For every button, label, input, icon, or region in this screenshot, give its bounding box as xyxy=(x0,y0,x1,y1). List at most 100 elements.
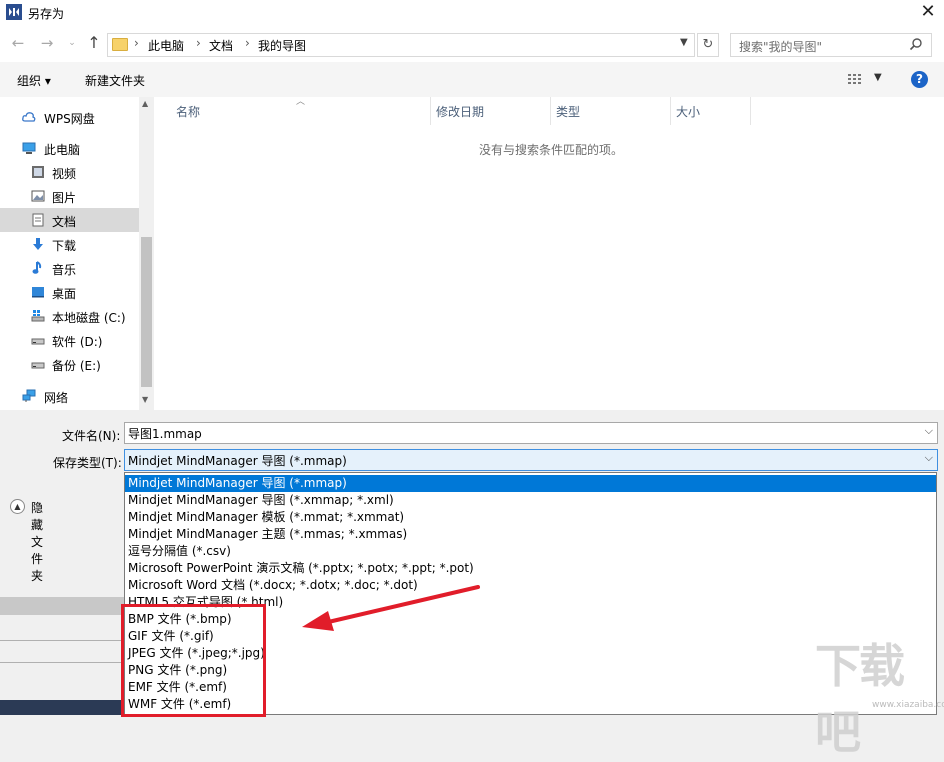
nav-item-label: 网络 xyxy=(44,391,69,405)
windows-drive-icon xyxy=(31,310,45,322)
organize-button[interactable]: 组织 ▾ xyxy=(17,72,51,89)
scroll-down-icon[interactable]: ▼ xyxy=(142,395,148,404)
nav-item-label: 此电脑 xyxy=(44,143,81,157)
network-icon xyxy=(22,389,36,402)
annotation-highlight-box xyxy=(121,604,266,717)
file-type-option[interactable]: Mindjet MindManager 模板 (*.mmat; *.xmmat) xyxy=(125,509,936,526)
empty-message: 没有与搜索条件匹配的项。 xyxy=(479,143,624,157)
breadcrumb-documents[interactable]: 文档 xyxy=(209,37,233,54)
cloud-icon xyxy=(22,112,36,122)
nav-item-label: 音乐 xyxy=(52,263,77,277)
command-toolbar: 组织 ▾ 新建文件夹 ▼ ? xyxy=(0,62,944,98)
refresh-icon[interactable]: ↻ xyxy=(697,33,719,57)
background-divider xyxy=(0,662,124,663)
column-divider[interactable] xyxy=(550,97,551,125)
document-icon xyxy=(32,213,44,227)
background-window-strip xyxy=(0,597,124,615)
music-icon xyxy=(32,261,42,274)
nav-item-label: 软件 (D:) xyxy=(52,335,103,349)
file-type-option[interactable]: Microsoft Word 文档 (*.docx; *.dotx; *.doc… xyxy=(125,577,936,594)
annotation-arrow-icon xyxy=(302,585,480,631)
scrollbar-thumb[interactable] xyxy=(141,237,152,387)
column-divider[interactable] xyxy=(670,97,671,125)
nav-item-label: 本地磁盘 (C:) xyxy=(52,311,126,325)
desktop-icon xyxy=(32,287,44,298)
nav-item-documents[interactable]: 文档 xyxy=(0,208,139,232)
nav-item-label: 下载 xyxy=(52,239,77,253)
navigation-pane: WPS网盘 此电脑 视频 图片 文档 下载 音乐 桌面 本地磁盘 (C:) 软件… xyxy=(0,97,154,410)
column-header-type[interactable]: 类型 xyxy=(556,103,580,125)
file-type-option[interactable]: Mindjet MindManager 导图 (*.mmap) xyxy=(125,475,936,492)
column-divider[interactable] xyxy=(750,97,751,125)
scroll-up-icon[interactable]: ▲ xyxy=(142,99,148,108)
picture-icon xyxy=(31,190,45,202)
file-type-label: 保存类型(T): xyxy=(53,456,122,470)
up-arrow-icon[interactable]: ↑ xyxy=(84,33,104,53)
view-options-button[interactable]: ▼ xyxy=(848,72,888,88)
chevron-right-icon: › xyxy=(134,36,139,50)
nav-item-drive-e[interactable]: 备份 (E:) xyxy=(0,352,139,376)
video-icon xyxy=(32,166,44,178)
new-folder-button[interactable]: 新建文件夹 xyxy=(85,72,145,89)
file-type-option[interactable]: Mindjet MindManager 导图 (*.xmmap; *.xml) xyxy=(125,492,936,509)
nav-item-music[interactable]: 音乐 xyxy=(0,256,139,280)
address-bar[interactable]: › 此电脑 › 文档 › 我的导图 ▼ xyxy=(107,33,695,57)
nav-item-wps-cloud[interactable]: WPS网盘 xyxy=(0,105,139,129)
nav-item-label: 桌面 xyxy=(52,287,77,301)
file-type-option[interactable]: 逗号分隔值 (*.csv) xyxy=(125,543,936,560)
chevron-right-icon: › xyxy=(196,36,201,50)
file-type-option[interactable]: Microsoft PowerPoint 演示文稿 (*.pptx; *.pot… xyxy=(125,560,936,577)
taskbar-strip xyxy=(0,700,124,715)
filename-value: 导图1.mmap xyxy=(128,427,202,441)
nav-item-desktop[interactable]: 桌面 xyxy=(0,280,139,304)
back-arrow-icon[interactable]: ← xyxy=(8,33,28,53)
help-button[interactable]: ? xyxy=(911,71,928,88)
view-grid-icon xyxy=(848,74,861,84)
nav-item-videos[interactable]: 视频 xyxy=(0,160,139,184)
sort-up-icon: ︿ xyxy=(296,97,306,107)
chevron-down-icon[interactable]: ▼ xyxy=(680,37,688,48)
close-button[interactable]: ✕ xyxy=(914,2,942,24)
recent-dropdown-icon[interactable]: ⌄ xyxy=(62,33,82,53)
file-type-select[interactable]: Mindjet MindManager 导图 (*.mmap) ⌵ xyxy=(124,449,938,471)
chevron-down-icon[interactable]: ⌵ xyxy=(925,424,933,438)
forward-arrow-icon[interactable]: → xyxy=(37,33,57,53)
mindmanager-app-icon xyxy=(6,4,22,20)
watermark-logo: 下载吧 xyxy=(815,639,905,759)
watermark-url: www.xiazaiba.com xyxy=(872,700,944,710)
nav-item-network[interactable]: 网络 xyxy=(0,384,139,408)
column-header-size[interactable]: 大小 xyxy=(676,103,700,125)
column-divider[interactable] xyxy=(430,97,431,125)
file-type-option[interactable]: Mindjet MindManager 主题 (*.mmas; *.xmmas) xyxy=(125,526,936,543)
drive-icon xyxy=(31,362,45,369)
chevron-right-icon: › xyxy=(245,36,250,50)
chevron-down-icon: ▼ xyxy=(874,72,882,83)
title-bar: 另存为 ✕ xyxy=(0,0,944,26)
nav-item-label: WPS网盘 xyxy=(44,112,95,126)
column-header-date[interactable]: 修改日期 xyxy=(436,103,484,125)
filename-label: 文件名(N): xyxy=(62,429,121,443)
nav-item-pictures[interactable]: 图片 xyxy=(0,184,139,208)
breadcrumb-my-maps[interactable]: 我的导图 xyxy=(258,37,306,54)
search-placeholder: 搜索"我的导图" xyxy=(739,40,823,54)
drive-icon xyxy=(31,338,45,345)
hide-folders-label: 隐藏文件夹 xyxy=(31,501,44,583)
window-title: 另存为 xyxy=(28,7,65,21)
download-icon xyxy=(33,238,43,250)
nav-item-drive-c[interactable]: 本地磁盘 (C:) xyxy=(0,304,139,328)
address-row: ← → ⌄ ↑ › 此电脑 › 文档 › 我的导图 ▼ ↻ 搜索"我的导图" xyxy=(0,26,944,62)
filename-field[interactable]: 导图1.mmap ⌵ xyxy=(124,422,938,444)
nav-scrollbar[interactable]: ▲ ▼ xyxy=(139,97,154,410)
folder-icon xyxy=(112,38,128,51)
nav-item-label: 图片 xyxy=(52,191,77,205)
breadcrumb-this-pc[interactable]: 此电脑 xyxy=(148,37,184,54)
chevron-down-icon[interactable]: ⌵ xyxy=(925,451,933,465)
column-header-name[interactable]: 名称 xyxy=(176,103,200,125)
nav-item-label: 视频 xyxy=(52,167,77,181)
nav-item-downloads[interactable]: 下载 xyxy=(0,232,139,256)
nav-item-this-pc[interactable]: 此电脑 xyxy=(0,136,139,160)
nav-item-drive-d[interactable]: 软件 (D:) xyxy=(0,328,139,352)
computer-icon xyxy=(22,142,36,154)
nav-item-label: 备份 (E:) xyxy=(52,359,101,373)
search-input[interactable]: 搜索"我的导图" xyxy=(730,33,932,57)
